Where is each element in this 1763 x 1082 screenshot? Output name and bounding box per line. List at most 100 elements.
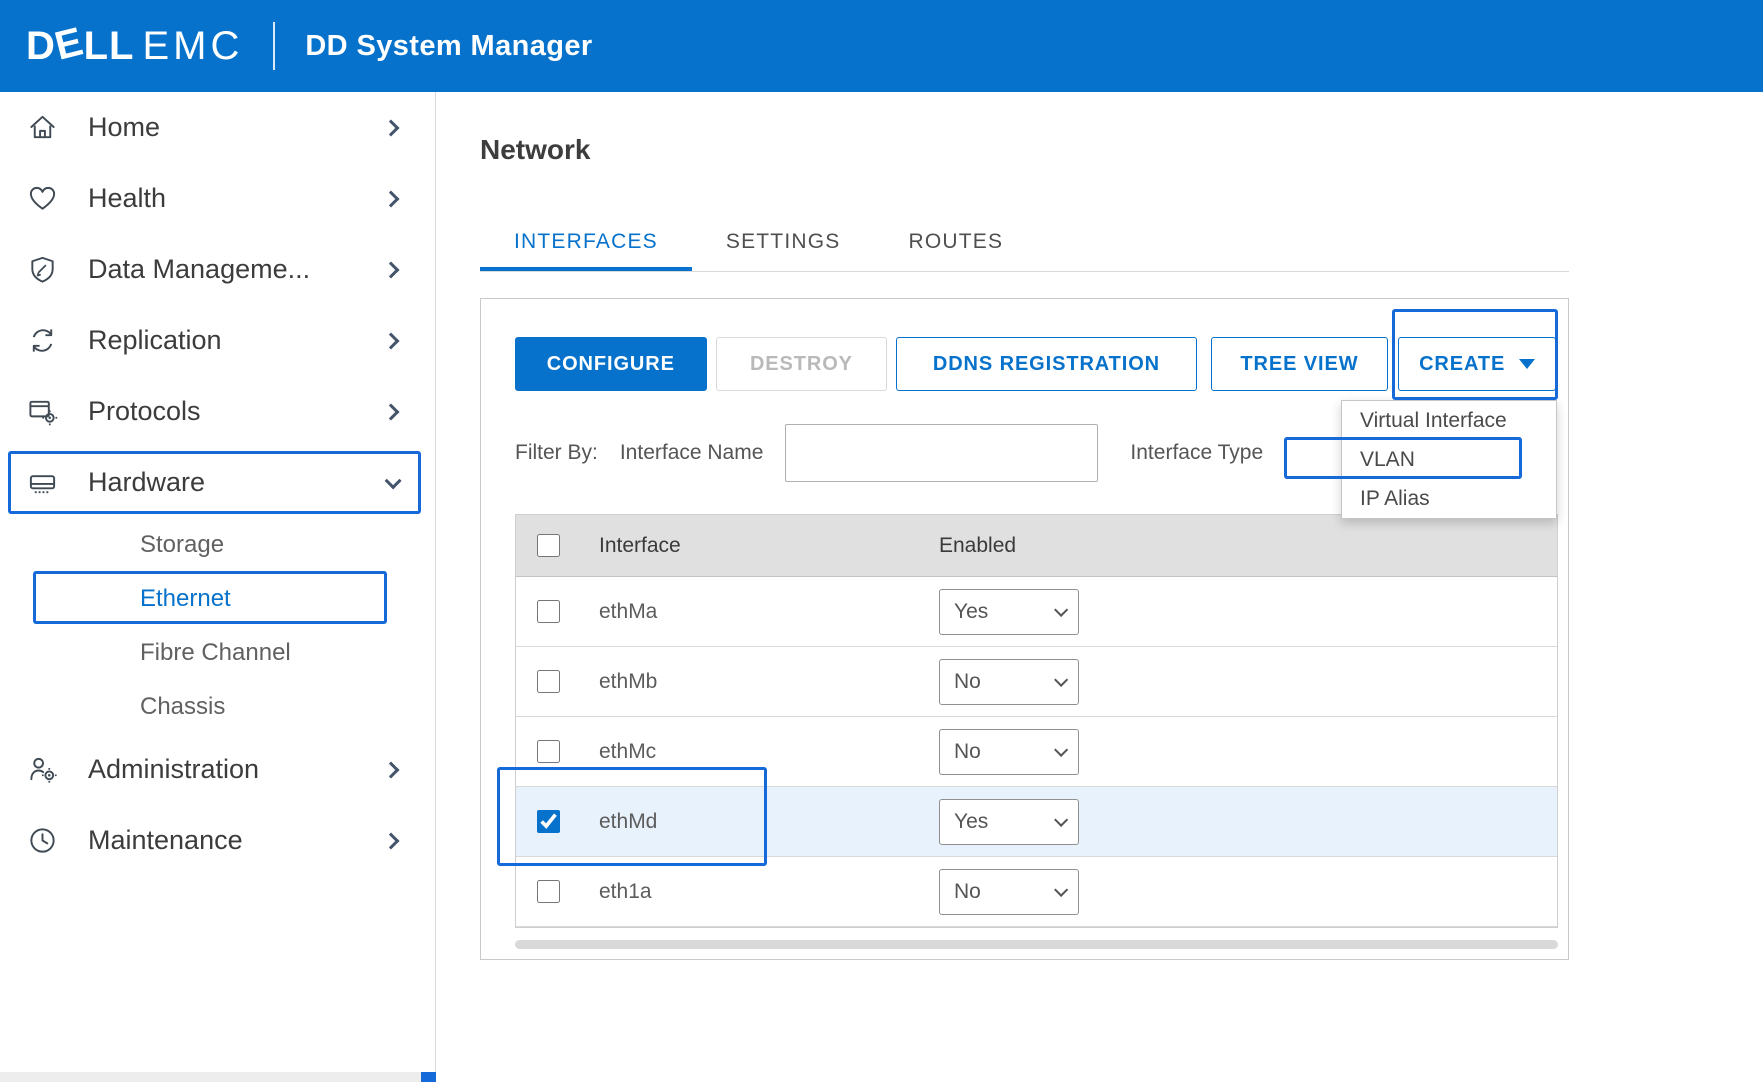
sidebar-item-label: Administration xyxy=(88,754,385,785)
sidebar-subitem-label: Ethernet xyxy=(140,585,231,613)
tab-routes[interactable]: ROUTES xyxy=(874,224,1037,271)
menu-item-ip-alias[interactable]: IP Alias xyxy=(1342,479,1556,518)
caret-down-icon xyxy=(1519,359,1535,369)
shield-icon xyxy=(26,254,58,286)
tab-settings[interactable]: SETTINGS xyxy=(692,224,875,271)
administration-user-gear-icon xyxy=(26,754,58,786)
protocols-icon xyxy=(26,396,58,428)
sidebar-item-label: Replication xyxy=(88,325,385,356)
row-checkbox[interactable] xyxy=(537,670,560,693)
interface-name-label: Interface Name xyxy=(620,441,764,465)
destroy-button[interactable]: DESTROY xyxy=(716,337,888,391)
enabled-select[interactable]: Yes xyxy=(939,799,1079,845)
sidebar-item-fibre-channel[interactable]: Fibre Channel xyxy=(0,626,435,680)
enabled-select[interactable]: No xyxy=(939,869,1079,915)
enabled-select[interactable]: No xyxy=(939,729,1079,775)
home-icon xyxy=(26,112,58,144)
filter-by-label: Filter By: xyxy=(515,441,598,465)
chevron-down-icon xyxy=(1054,742,1068,756)
scrollbar-thumb[interactable] xyxy=(421,1072,437,1082)
enabled-select-value: Yes xyxy=(954,810,988,834)
ddns-registration-button[interactable]: DDNS REGISTRATION xyxy=(896,337,1196,391)
chevron-right-icon xyxy=(383,119,400,136)
row-checkbox[interactable] xyxy=(537,810,560,833)
logo-letter-e: E xyxy=(50,19,88,69)
table-row: ethMc No xyxy=(516,717,1557,787)
configure-button[interactable]: CONFIGURE xyxy=(515,337,707,391)
sidebar-item-label: Home xyxy=(88,112,385,143)
table-row: eth1a No xyxy=(516,857,1557,927)
sidebar-item-home[interactable]: Home xyxy=(0,92,435,163)
maintenance-clock-icon xyxy=(26,825,58,857)
interfaces-panel: CONFIGURE DESTROY DDNS REGISTRATION TREE… xyxy=(480,298,1569,960)
row-checkbox[interactable] xyxy=(537,740,560,763)
column-header-enabled: Enabled xyxy=(908,534,1557,558)
sidebar-item-health[interactable]: Health xyxy=(0,163,435,234)
interface-name: ethMb xyxy=(581,670,908,694)
enabled-select-value: No xyxy=(954,740,981,764)
enabled-select[interactable]: No xyxy=(939,659,1079,705)
create-dropdown-menu: Virtual Interface VLAN IP Alias xyxy=(1341,400,1557,519)
create-button[interactable]: CREATE xyxy=(1398,337,1556,391)
interface-name: ethMd xyxy=(581,810,908,834)
chevron-right-icon xyxy=(383,190,400,207)
sidebar-item-protocols[interactable]: Protocols xyxy=(0,376,435,447)
app-title: DD System Manager xyxy=(305,30,592,63)
chevron-down-icon xyxy=(1054,672,1068,686)
sidebar-item-chassis[interactable]: Chassis xyxy=(0,680,435,734)
page: DELL EMC DD System Manager Home Health D… xyxy=(0,0,1763,1082)
sidebar-item-label: Health xyxy=(88,183,385,214)
sidebar-item-data-management[interactable]: Data Manageme... xyxy=(0,234,435,305)
interface-name-input[interactable] xyxy=(785,424,1098,482)
chevron-right-icon xyxy=(383,403,400,420)
sidebar-item-replication[interactable]: Replication xyxy=(0,305,435,376)
logo-emc: EMC xyxy=(142,24,243,69)
sidebar-item-label: Data Manageme... xyxy=(88,254,385,285)
interfaces-table: Interface Enabled ethMa Yes ethMb xyxy=(515,514,1558,928)
sidebar-subitem-label: Chassis xyxy=(140,693,225,721)
dell-emc-logo: DELL EMC xyxy=(26,24,243,69)
logo-letters: LL xyxy=(84,24,135,69)
enabled-select[interactable]: Yes xyxy=(939,589,1079,635)
menu-item-vlan[interactable]: VLAN xyxy=(1342,440,1556,479)
tab-interfaces[interactable]: INTERFACES xyxy=(480,224,692,271)
interface-name: eth1a xyxy=(581,880,908,904)
menu-item-virtual-interface[interactable]: Virtual Interface xyxy=(1342,401,1556,440)
sidebar-item-ethernet[interactable]: Ethernet xyxy=(0,572,435,626)
interface-name: ethMc xyxy=(581,740,908,764)
table-horizontal-scrollbar[interactable] xyxy=(515,940,1558,949)
sidebar-item-label: Hardware xyxy=(88,467,385,498)
sidebar-item-label: Maintenance xyxy=(88,825,385,856)
create-button-label: CREATE xyxy=(1419,353,1505,376)
row-checkbox[interactable] xyxy=(537,600,560,623)
chevron-down-icon xyxy=(1054,602,1068,616)
sidebar-subitem-label: Fibre Channel xyxy=(140,639,291,667)
row-checkbox[interactable] xyxy=(537,880,560,903)
sidebar: Home Health Data Manageme... Replication xyxy=(0,92,436,1082)
chevron-down-icon xyxy=(1054,812,1068,826)
main-content: Network INTERFACES SETTINGS ROUTES CONFI… xyxy=(436,92,1763,1082)
sidebar-horizontal-scrollbar[interactable] xyxy=(0,1072,437,1082)
interface-type-label: Interface Type xyxy=(1130,441,1263,465)
interface-name: ethMa xyxy=(581,600,908,624)
sidebar-item-administration[interactable]: Administration xyxy=(0,734,435,805)
table-header-row: Interface Enabled xyxy=(516,515,1557,577)
chevron-right-icon xyxy=(383,761,400,778)
chevron-right-icon xyxy=(383,832,400,849)
sidebar-item-maintenance[interactable]: Maintenance xyxy=(0,805,435,876)
page-title: Network xyxy=(480,134,590,166)
chevron-right-icon xyxy=(383,332,400,349)
sidebar-item-storage[interactable]: Storage xyxy=(0,518,435,572)
sidebar-item-hardware[interactable]: Hardware xyxy=(0,447,435,518)
chevron-down-icon xyxy=(385,472,402,489)
enabled-select-value: No xyxy=(954,880,981,904)
sidebar-item-label: Protocols xyxy=(88,396,385,427)
table-row: ethMb No xyxy=(516,647,1557,717)
tabs: INTERFACES SETTINGS ROUTES xyxy=(480,224,1037,271)
tree-view-button[interactable]: TREE VIEW xyxy=(1211,337,1389,391)
select-all-checkbox[interactable] xyxy=(537,534,560,557)
app-header: DELL EMC DD System Manager xyxy=(0,0,1763,92)
tabs-divider xyxy=(480,271,1569,272)
chevron-right-icon xyxy=(383,261,400,278)
hardware-drive-icon xyxy=(26,467,58,499)
